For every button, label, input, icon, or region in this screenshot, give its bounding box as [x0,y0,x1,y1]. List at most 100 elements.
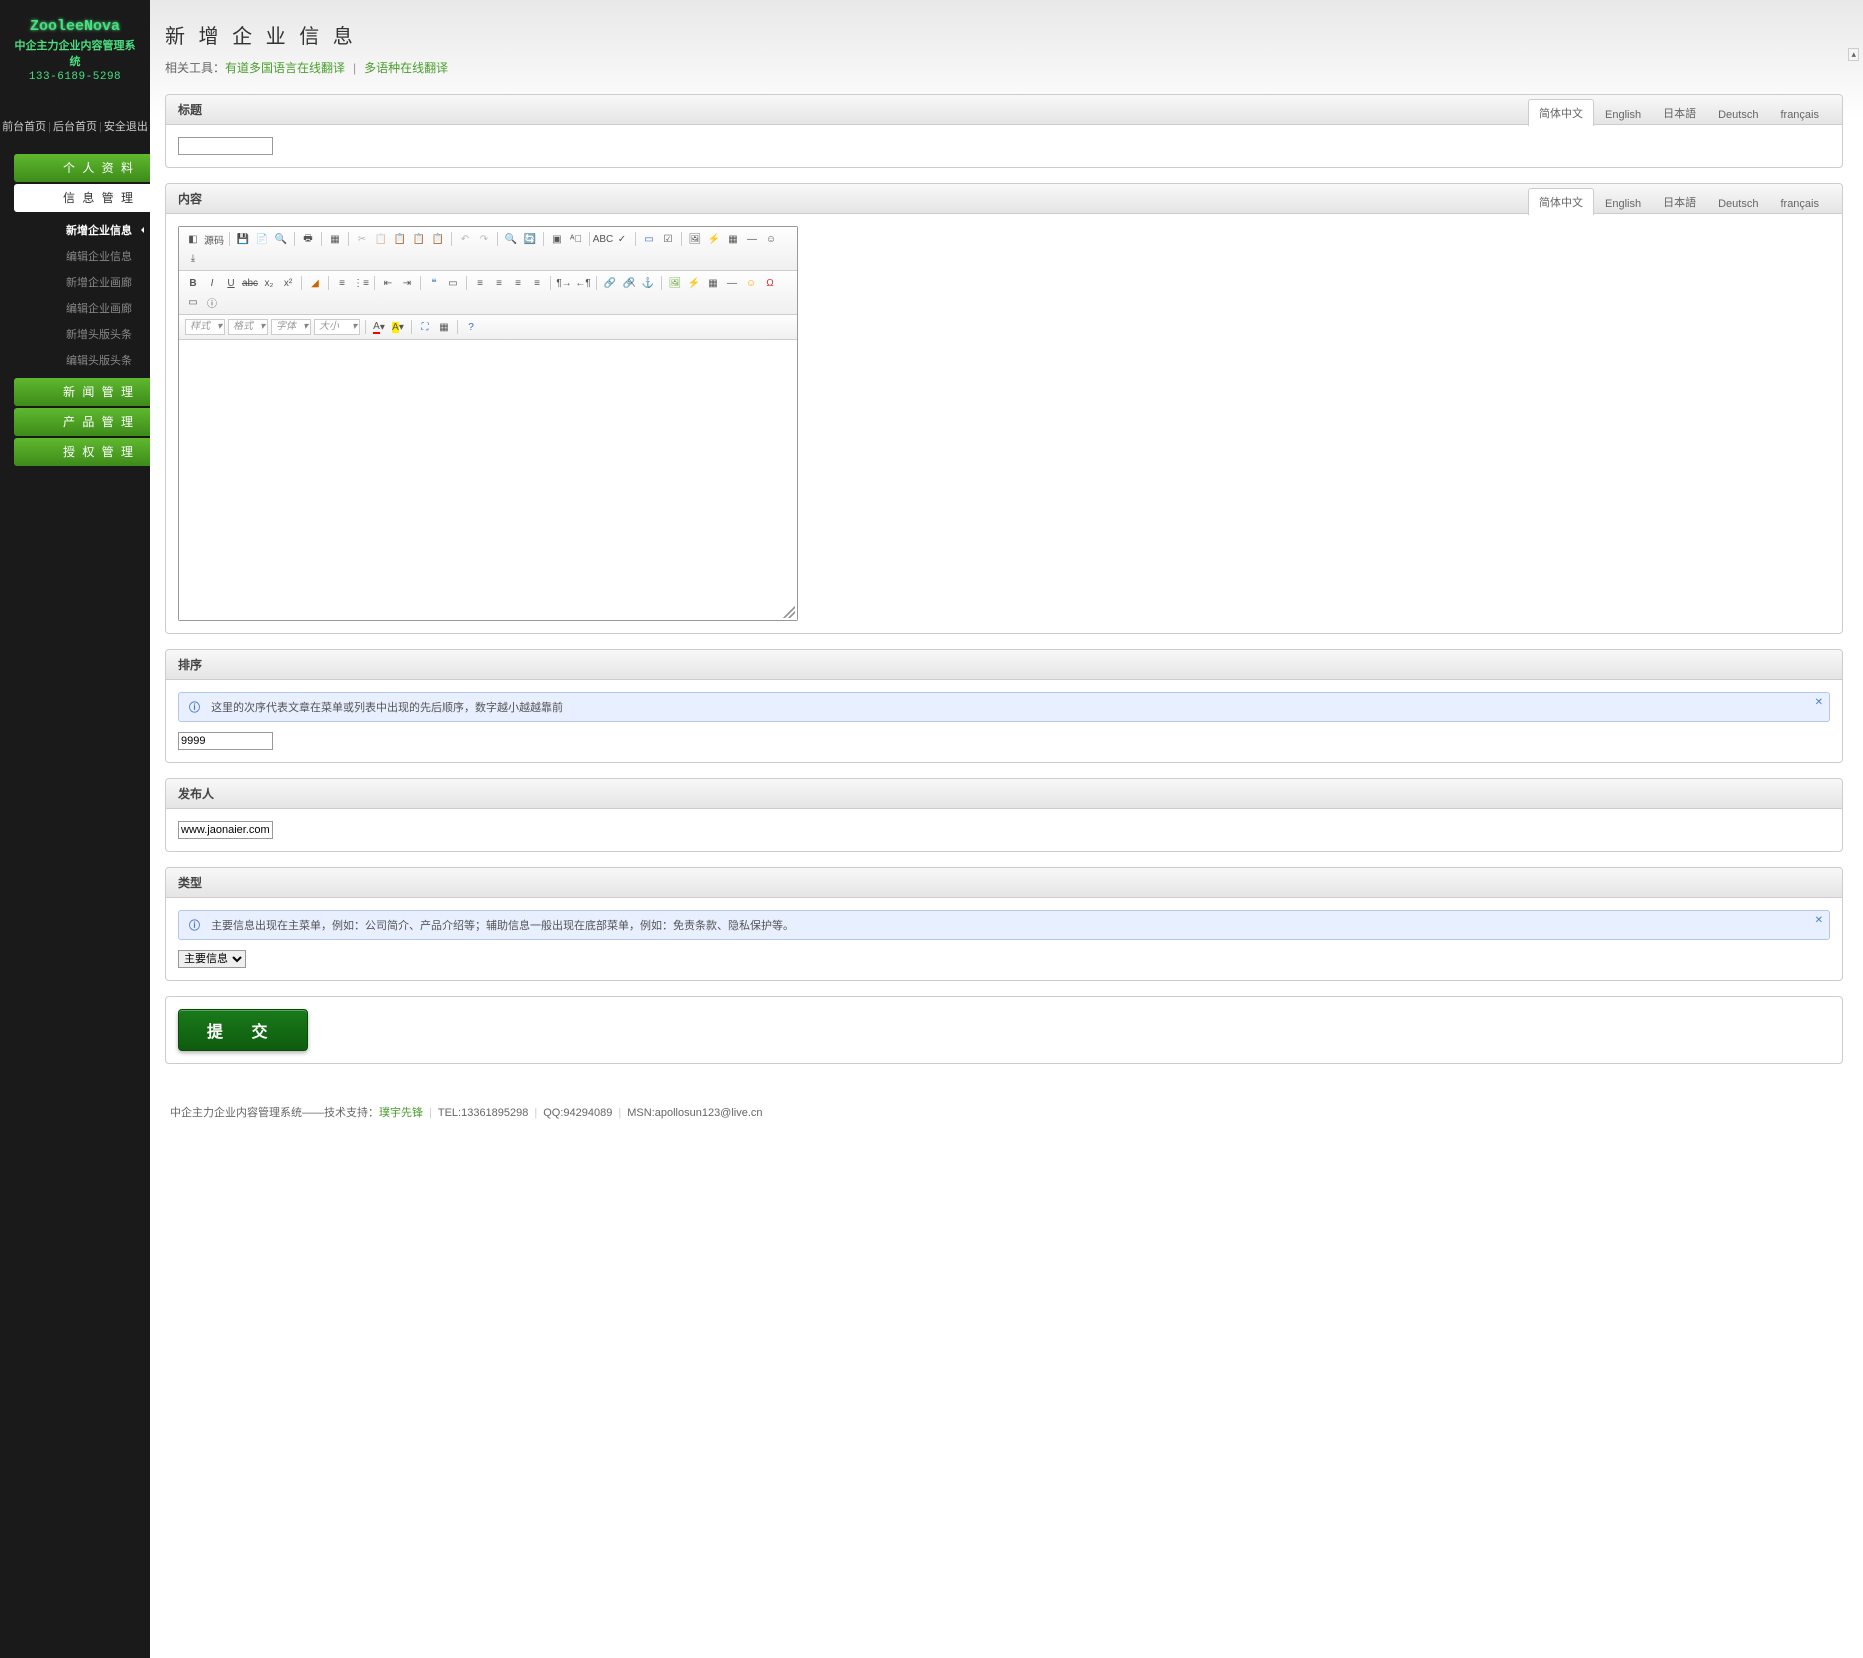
unlink-icon[interactable]: 🔗⃥ [621,275,637,291]
align-left-icon[interactable]: ≡ [472,275,488,291]
iframe-icon[interactable]: ▭ [185,294,201,310]
nav-info-manage[interactable]: 信 息 管 理 [14,184,150,212]
link-logout[interactable]: 安全退出 [104,121,148,133]
cut-icon[interactable]: ✂ [354,231,370,247]
subnav-add-gallery[interactable]: 新增企业画廊 [0,269,150,295]
nav-auth[interactable]: 授 权 管 理 [14,438,150,466]
submit-button[interactable]: 提 交 [178,1009,308,1051]
subscript-icon[interactable]: x₂ [261,275,277,291]
lang-en[interactable]: English [1594,103,1652,126]
find-icon[interactable]: 🔍 [503,231,519,247]
copy-icon[interactable]: 📋 [373,231,389,247]
lang-ja[interactable]: 日本語 [1652,99,1707,126]
lang-de-2[interactable]: Deutsch [1707,192,1769,215]
lang-de[interactable]: Deutsch [1707,103,1769,126]
publisher-input[interactable] [178,821,273,839]
paste-icon[interactable]: 📋 [392,231,408,247]
replace-icon[interactable]: 🔄 [522,231,538,247]
image2-icon[interactable]: 🖼 [667,275,683,291]
editor-textarea[interactable] [179,340,797,620]
lang-zh[interactable]: 简体中文 [1528,99,1594,126]
source-icon[interactable]: ◧ [185,231,201,247]
subnav-edit-info[interactable]: 编辑企业信息 [0,243,150,269]
align-justify-icon[interactable]: ≡ [529,275,545,291]
div-icon[interactable]: ▭ [445,275,461,291]
rtl-icon[interactable]: ←¶ [575,275,591,291]
paste-text-icon[interactable]: 📋 [411,231,427,247]
type-select[interactable]: 主要信息 [178,950,246,968]
style-select[interactable]: 样式 [185,319,225,335]
lang-en-2[interactable]: English [1594,192,1652,215]
link-frontend[interactable]: 前台首页 [2,121,46,133]
superscript-icon[interactable]: x² [280,275,296,291]
close-icon-2[interactable]: ✕ [1815,915,1823,926]
subnav-add-header[interactable]: 新增头版头条 [0,321,150,347]
size-select[interactable]: 大小 [314,319,360,335]
italic-icon[interactable]: I [204,275,220,291]
specialchar-icon[interactable]: Ω [762,275,778,291]
tool-multi[interactable]: 多语种在线翻译 [364,61,448,75]
subnav-add-info[interactable]: 新增企业信息 [0,217,150,243]
title-input[interactable] [178,137,273,155]
link-icon[interactable]: 🔗 [602,275,618,291]
maximize-icon[interactable]: ⛶ [417,319,433,335]
resize-handle-icon[interactable] [783,606,795,618]
print-icon[interactable]: 🖶 [300,231,316,247]
preview-icon[interactable]: 🔍 [273,231,289,247]
sort-input[interactable] [178,732,273,750]
tool-youdao[interactable]: 有道多国语言在线翻译 [225,61,345,75]
lang-zh-2[interactable]: 简体中文 [1528,188,1594,215]
subnav-edit-gallery[interactable]: 编辑企业画廊 [0,295,150,321]
outdent-icon[interactable]: ⇤ [380,275,396,291]
paste-word-icon[interactable]: 📋 [430,231,446,247]
blockquote-icon[interactable]: ❝ [426,275,442,291]
font-select[interactable]: 字体 [271,319,311,335]
lang-fr[interactable]: français [1769,103,1830,126]
smiley2-icon[interactable]: ☺ [743,275,759,291]
numberlist-icon[interactable]: ≡ [334,275,350,291]
showblocks-icon[interactable]: ▦ [436,319,452,335]
save-icon[interactable]: 💾 [235,231,251,247]
checkbox-icon[interactable]: ☑ [660,231,676,247]
align-center-icon[interactable]: ≡ [491,275,507,291]
nav-product[interactable]: 产 品 管 理 [14,408,150,436]
removeformat-icon[interactable]: ᴬ⃥ [568,231,584,247]
scayt-icon[interactable]: ✓ [614,231,630,247]
close-icon[interactable]: ✕ [1815,697,1823,708]
flash-icon[interactable]: ⚡ [706,231,722,247]
pagebreak-icon[interactable]: ⤓ [185,250,201,266]
subnav-edit-header[interactable]: 编辑头版头条 [0,347,150,373]
footer-link[interactable]: 璞宇先锋 [379,1107,423,1119]
anchor-icon[interactable]: ⚓ [640,275,656,291]
flash2-icon[interactable]: ⚡ [686,275,702,291]
link-backend[interactable]: 后台首页 [53,121,97,133]
lang-fr-2[interactable]: français [1769,192,1830,215]
template-icon[interactable]: ▦ [327,231,343,247]
align-right-icon[interactable]: ≡ [510,275,526,291]
hr-icon[interactable]: — [744,231,760,247]
form-icon[interactable]: ▭ [641,231,657,247]
bold-icon[interactable]: B [185,275,201,291]
table2-icon[interactable]: ▦ [705,275,721,291]
format-select[interactable]: 格式 [228,319,268,335]
indent-icon[interactable]: ⇥ [399,275,415,291]
hr2-icon[interactable]: — [724,275,740,291]
ltr-icon[interactable]: ¶→ [556,275,572,291]
bulletlist-icon[interactable]: ⋮≡ [353,275,369,291]
textcolor-icon[interactable]: A▾ [371,319,387,335]
help-icon[interactable]: ? [463,319,479,335]
newpage-icon[interactable]: 📄 [254,231,270,247]
selectall-icon[interactable]: ▣ [549,231,565,247]
lang-ja-2[interactable]: 日本語 [1652,188,1707,215]
table-icon[interactable]: ▦ [725,231,741,247]
source-label[interactable]: 源码 [204,232,224,247]
nav-news[interactable]: 新 闻 管 理 [14,378,150,406]
nav-profile[interactable]: 个 人 资 料 [14,154,150,182]
redo-icon[interactable]: ↷ [476,231,492,247]
image-icon[interactable]: 🖼 [687,231,703,247]
about-icon[interactable]: ⓘ [204,294,220,310]
undo-icon[interactable]: ↶ [457,231,473,247]
spellcheck-icon[interactable]: ABC [595,231,611,247]
strike-icon[interactable]: abc [242,275,258,291]
collapse-toolbar-icon[interactable]: ▴ [1848,48,1859,61]
